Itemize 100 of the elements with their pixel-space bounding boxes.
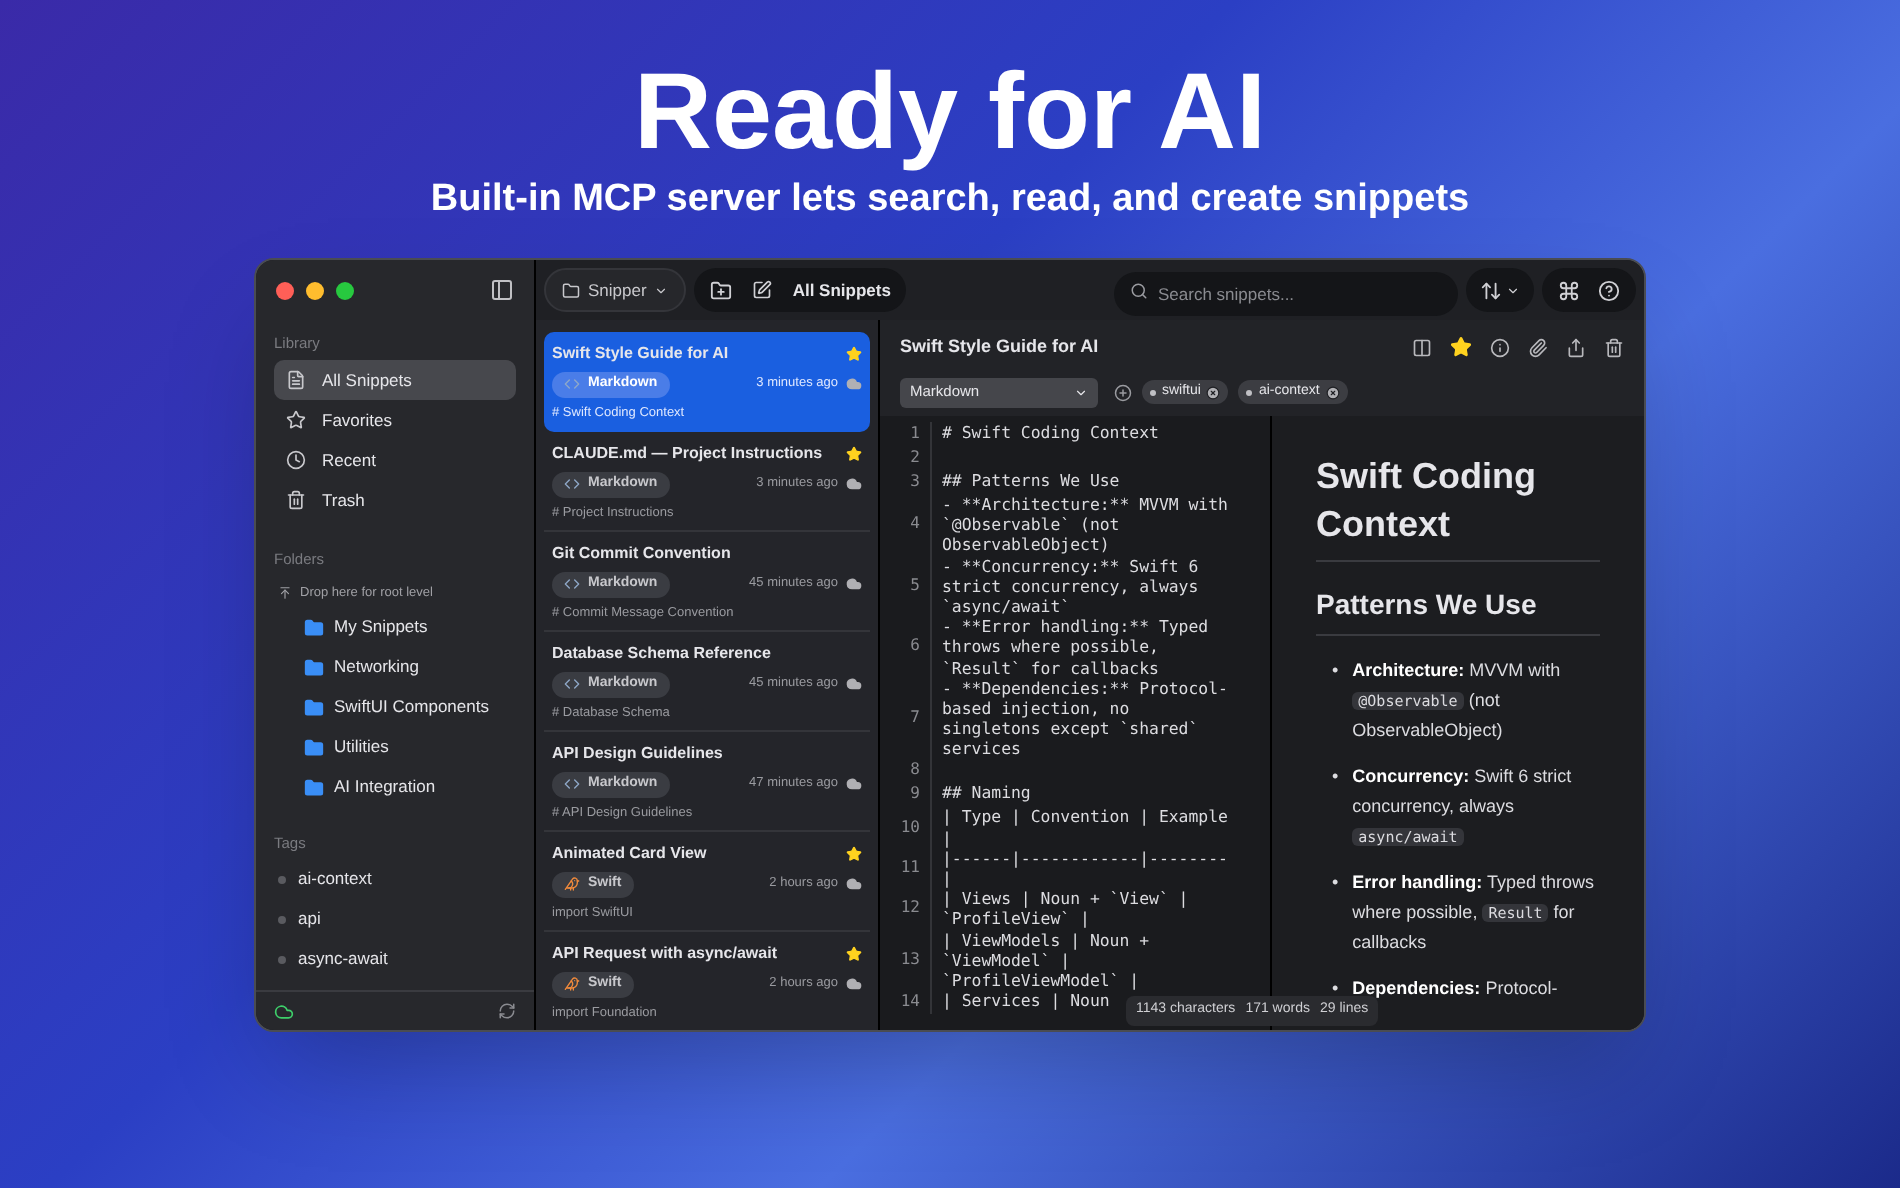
sidebar-item[interactable]: Favorites — [274, 400, 516, 441]
snippet-title: Swift Style Guide for AI — [552, 342, 729, 366]
snippet-title: API Design Guidelines — [552, 742, 723, 766]
line-number: 6 — [910, 634, 920, 659]
chevron-icon — [654, 283, 669, 297]
cloud-icon — [846, 376, 862, 393]
sidebar-toggle-icon[interactable] — [490, 278, 514, 302]
line-number: 4 — [910, 512, 920, 537]
code-line: # Swift Coding Context — [942, 422, 1159, 443]
code-line: ObservableObject) — [942, 534, 1112, 556]
cloud-icon — [846, 976, 862, 993]
search-field[interactable]: Search snippets... — [1114, 272, 1458, 316]
line-number: 7 — [910, 706, 920, 731]
folder-item[interactable]: Utilities — [274, 727, 516, 767]
cloud-icon — [846, 576, 862, 593]
code-line: ## Patterns We Use — [942, 470, 1120, 491]
command-icon[interactable] — [1558, 279, 1580, 301]
bullet-marker: • — [1332, 976, 1339, 1002]
bird-icon — [564, 976, 580, 993]
folder-item[interactable]: My Snippets — [274, 607, 516, 647]
bird-icon — [564, 876, 580, 893]
code-line: `ProfileView` | — [942, 908, 1092, 930]
compose-icon[interactable] — [752, 280, 773, 300]
folder-icon — [304, 777, 324, 797]
sort-button[interactable] — [1466, 268, 1534, 312]
recent-icon — [286, 450, 306, 471]
sidebar-item[interactable]: Trash — [274, 480, 516, 521]
code-line: | — [942, 868, 954, 889]
sidebar-item[interactable]: Recent — [274, 440, 516, 481]
favorite-star-icon[interactable] — [1450, 336, 1472, 358]
line-number: 12 — [900, 896, 920, 921]
sort-icon — [1480, 279, 1502, 301]
snippet-title: API Request with async/await — [552, 942, 777, 966]
bullet-marker: • — [1332, 764, 1339, 790]
folder-item[interactable]: SwiftUI Components — [274, 687, 516, 727]
line-number: 8 — [910, 758, 920, 783]
snippet-title: Animated Card View — [552, 842, 707, 866]
snippet-title: Git Commit Convention — [552, 542, 731, 566]
code-icon — [564, 776, 580, 793]
code-line: |------|------------|-------- — [942, 847, 1228, 868]
folder-item[interactable]: Networking — [274, 647, 516, 687]
line-number: 13 — [900, 947, 920, 972]
code-line: | Type | Convention | Example — [942, 806, 1228, 828]
snippet-title: Database Schema Reference — [552, 642, 771, 666]
folder-icon — [304, 617, 324, 637]
sidebar-item[interactable]: All Snippets — [274, 360, 516, 401]
line-number: 5 — [910, 573, 920, 598]
help-icon[interactable] — [1598, 279, 1620, 301]
refresh-icon[interactable] — [498, 1002, 516, 1020]
current-view-title: All Snippets — [792, 277, 891, 303]
folder-icon — [304, 737, 324, 757]
minimize-window-button[interactable] — [306, 281, 324, 299]
folder-icon — [304, 657, 324, 677]
code-editor[interactable] — [880, 416, 1272, 1030]
code-line: throws where possible, — [942, 636, 1161, 657]
trash-icon — [286, 490, 306, 511]
folder-menu-button[interactable]: Snipper — [544, 268, 687, 312]
zoom-window-button[interactable] — [336, 281, 354, 299]
share-icon[interactable] — [1566, 337, 1586, 357]
delete-icon[interactable] — [1604, 337, 1624, 357]
code-icon — [564, 376, 580, 393]
close-window-button[interactable] — [276, 281, 294, 299]
code-line: - **Error handling:** Typed — [942, 616, 1209, 637]
remove-tag-icon[interactable] — [1206, 385, 1221, 399]
add-tag-icon[interactable] — [1114, 383, 1132, 401]
line-number: 2 — [910, 446, 920, 470]
preview-subheading: Patterns We Use — [1316, 586, 1600, 636]
code-line: ## Naming — [942, 782, 1031, 804]
tag-item[interactable]: ai-context — [274, 859, 516, 900]
favorites-icon — [286, 410, 306, 431]
line-number: 14 — [900, 990, 920, 1015]
code-line: services — [942, 738, 1023, 759]
line-number: 1 — [910, 422, 920, 446]
info-icon[interactable] — [1490, 337, 1510, 357]
line-number: 11 — [900, 856, 920, 880]
code-icon — [564, 676, 580, 693]
tag-item[interactable]: api — [274, 899, 516, 940]
code-line: `ProfileViewModel` | — [942, 969, 1142, 991]
chevron-icon — [1506, 283, 1520, 297]
folder-item[interactable]: AI Integration — [274, 767, 516, 807]
cloud-sync-icon — [274, 1001, 294, 1021]
paperclip-icon[interactable] — [1528, 337, 1548, 357]
code-line: - **Architecture:** MVVM with — [942, 494, 1228, 515]
line-number: 10 — [900, 815, 920, 840]
remove-tag-icon[interactable] — [1325, 385, 1340, 399]
hero-subtitle: Built-in MCP server lets search, read, and create snippets — [430, 176, 1470, 224]
code-icon — [564, 476, 580, 493]
code-line: based injection, no — [942, 697, 1132, 719]
split-view-icon[interactable] — [1412, 337, 1432, 357]
code-line: | — [942, 827, 954, 848]
new-folder-icon[interactable] — [710, 279, 733, 301]
code-line: | Services | Noun — [942, 990, 1110, 1011]
detail-title: Swift Style Guide for AI — [900, 333, 1099, 360]
tag-item[interactable]: async-await — [274, 939, 516, 980]
code-line: `Result` for callbacks — [942, 657, 1161, 678]
code-line: `async/await` — [942, 595, 1071, 617]
code-line: `ViewModel` | — [942, 949, 1073, 970]
cloud-icon — [846, 876, 862, 893]
line-number: 3 — [910, 470, 920, 494]
preview-bullet: Dependencies: Protocol- — [1352, 976, 1558, 1001]
